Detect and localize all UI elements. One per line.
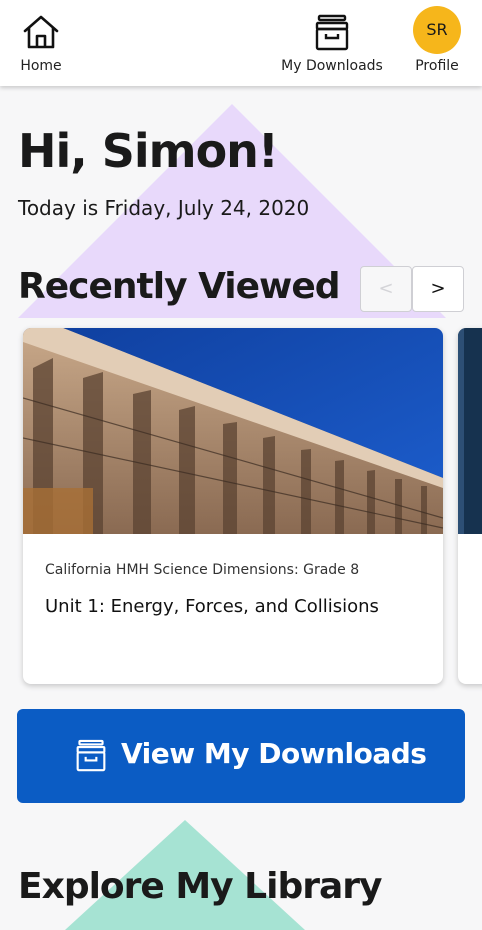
recent-course-card[interactable]: California HMH Science Dimensions: Grade… [23, 328, 443, 684]
greeting-heading: Hi, Simon! [18, 124, 279, 178]
avatar: SR [413, 6, 461, 54]
nav-profile-label: Profile [415, 58, 459, 74]
home-icon [22, 14, 60, 54]
explore-library-title: Explore My Library [18, 866, 382, 907]
archive-box-icon [75, 739, 107, 776]
view-my-downloads-label: View My Downloads [121, 737, 427, 770]
top-navigation-bar: Home My Downloads SR Profile [0, 0, 482, 86]
nav-my-downloads-label: My Downloads [281, 58, 383, 74]
carousel-prev-button[interactable]: < [360, 266, 412, 312]
card-unit-title: Unit 1: Energy, Forces, and Collisions [45, 596, 379, 617]
nav-home-label: Home [20, 58, 62, 74]
archive-box-icon [314, 14, 350, 56]
card-course-subtitle: California HMH Science Dimensions: Grade… [45, 562, 360, 578]
recently-viewed-title: Recently Viewed [18, 266, 340, 307]
carousel-next-button[interactable]: > [412, 266, 464, 312]
dam-photo [23, 328, 443, 534]
date-text: Today is Friday, July 24, 2020 [18, 196, 310, 220]
nav-home[interactable]: Home [10, 0, 72, 86]
view-my-downloads-button[interactable]: View My Downloads [17, 709, 465, 803]
next-card-image [458, 328, 482, 534]
nav-my-downloads[interactable]: My Downloads [272, 0, 392, 86]
next-card-peek[interactable] [458, 328, 482, 684]
nav-profile[interactable]: SR Profile [406, 0, 468, 86]
